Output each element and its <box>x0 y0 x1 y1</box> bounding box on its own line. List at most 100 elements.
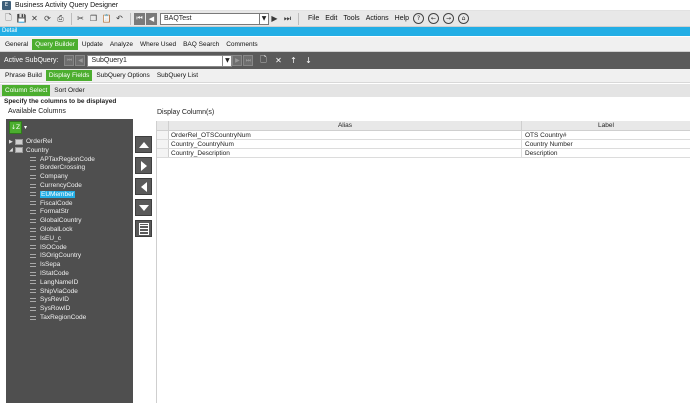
tree-field-node[interactable]: BorderCrossing <box>30 163 85 172</box>
cut-icon[interactable]: ✂ <box>75 13 86 24</box>
move-down-icon[interactable]: ↓ <box>302 55 314 67</box>
tree-field-node[interactable]: IStatCode <box>30 269 69 278</box>
tab-comments[interactable]: Comments <box>223 39 260 50</box>
tab-baq-search[interactable]: BAQ Search <box>180 39 222 50</box>
new-subquery-icon[interactable]: 🗋 <box>257 55 269 67</box>
tree-toolbar: ↓Z ▾ <box>6 119 133 135</box>
subquery-first-button[interactable]: ⏮ <box>64 55 75 66</box>
tree-field-node[interactable]: APTaxRegionCode <box>30 155 95 164</box>
tab-column-select[interactable]: Column Select <box>2 85 51 96</box>
tab-subquery-options[interactable]: SubQuery Options <box>93 70 152 81</box>
tab-query-builder[interactable]: Query Builder <box>32 38 78 50</box>
add-column-button[interactable] <box>135 157 152 174</box>
alias-cell[interactable]: Country_CountryNum <box>169 140 522 148</box>
table-row[interactable]: Country_Description Description <box>157 149 690 158</box>
label-column-header[interactable]: Label <box>522 121 690 130</box>
copy-icon[interactable]: ❐ <box>88 13 99 24</box>
menu-help[interactable]: Help <box>395 15 409 22</box>
back-icon[interactable]: ← <box>428 13 440 24</box>
row-selector[interactable] <box>157 131 169 139</box>
tab-analyze[interactable]: Analyze <box>107 39 136 50</box>
tree-field-node[interactable]: TaxRegionCode <box>30 313 86 322</box>
subquery-dropdown-chevron-icon[interactable]: ▼ <box>223 54 233 67</box>
label-cell[interactable]: Description <box>522 149 690 157</box>
home-icon[interactable]: ⌂ <box>458 13 470 24</box>
tree-field-node[interactable]: GlobalCountry <box>30 216 82 225</box>
available-columns-tree[interactable]: ↓Z ▾ ▶ OrderRel ◢ Country APTaxRegionCode Bor… <box>6 119 133 403</box>
menu-tools[interactable]: Tools <box>343 15 359 22</box>
subquery-previous-button[interactable]: ◀ <box>75 55 86 66</box>
subquery-select[interactable]: SubQuery1 <box>87 54 224 67</box>
tree-field-node[interactable]: SysRevID <box>30 295 69 304</box>
move-up-icon[interactable]: ↑ <box>287 55 299 67</box>
tree-table-node[interactable]: ▶ OrderRel <box>9 137 52 146</box>
tree-field-node[interactable]: ISOCode <box>30 243 67 252</box>
instruction-text: Specify the columns to be displayed <box>4 98 117 105</box>
alias-cell[interactable]: OrderRel_OTSCountryNum <box>169 131 522 139</box>
tree-field-node[interactable]: FiscalCode <box>30 199 73 208</box>
last-record-icon[interactable]: ⏭ <box>282 13 293 24</box>
alias-cell[interactable]: Country_Description <box>169 149 522 157</box>
move-column-down-button[interactable] <box>135 199 152 216</box>
previous-record-button[interactable]: ◀ <box>146 12 157 25</box>
sort-dropdown-chevron-icon[interactable]: ▾ <box>24 124 27 131</box>
detail-bar: Detail <box>0 27 690 36</box>
menu-file[interactable]: File <box>308 15 319 22</box>
label-cell[interactable]: OTS Country# <box>522 131 690 139</box>
toolbar-divider <box>71 12 72 25</box>
next-record-icon[interactable]: ▶ <box>269 13 280 24</box>
tree-field-node[interactable]: CurrencyCode <box>30 181 82 190</box>
tree-field-label: GlobalCountry <box>40 217 82 225</box>
tree-field-node[interactable]: IsSepa <box>30 260 60 269</box>
help-icon[interactable]: ? <box>413 13 425 24</box>
subquery-last-button[interactable]: ⏭ <box>243 55 254 66</box>
grid-header: Alias Label <box>157 121 690 131</box>
delete-subquery-icon[interactable]: ✕ <box>272 55 284 67</box>
tree-field-node[interactable]: FormatStr <box>30 207 69 216</box>
print-icon[interactable]: ⎙ <box>55 13 66 24</box>
tree-field-node[interactable]: LangNameID <box>30 278 78 287</box>
tab-display-fields[interactable]: Display Fields <box>45 70 93 81</box>
row-selector[interactable] <box>157 140 169 148</box>
baq-dropdown-chevron-icon[interactable]: ▼ <box>260 12 269 25</box>
field-icon <box>30 271 36 276</box>
sort-icon[interactable]: ↓Z <box>9 120 22 134</box>
table-row[interactable]: Country_CountryNum Country Number <box>157 140 690 149</box>
menu-actions[interactable]: Actions <box>366 15 389 22</box>
available-columns-header: Available Columns <box>8 108 66 115</box>
menu-edit[interactable]: Edit <box>325 15 337 22</box>
subquery-next-button[interactable]: ▶ <box>232 55 243 66</box>
tree-field-node[interactable]: Company <box>30 172 68 181</box>
first-record-button[interactable]: ⏮ <box>134 12 145 25</box>
tab-subquery-list[interactable]: SubQuery List <box>154 70 201 81</box>
tree-field-node[interactable]: ShipViaCode <box>30 287 78 296</box>
tab-phrase-build[interactable]: Phrase Build <box>2 70 45 81</box>
baq-id-field[interactable]: BAQTest <box>160 12 260 25</box>
tree-field-node[interactable]: SysRowID <box>30 304 70 313</box>
tab-general[interactable]: General <box>2 39 31 50</box>
remove-column-button[interactable] <box>135 178 152 195</box>
tab-update[interactable]: Update <box>79 39 106 50</box>
move-column-up-button[interactable] <box>135 136 152 153</box>
display-columns-grid[interactable]: Alias Label OrderRel_OTSCountryNum OTS C… <box>156 121 690 403</box>
tree-field-node[interactable]: IsEU_c <box>30 234 61 243</box>
row-selector[interactable] <box>157 149 169 157</box>
tree-field-node[interactable]: EUMember <box>30 190 75 199</box>
new-icon[interactable]: 🗋 <box>3 13 14 24</box>
tree-field-node[interactable]: ISOrigCountry <box>30 251 81 260</box>
tab-where-used[interactable]: Where Used <box>137 39 179 50</box>
tab-sort-order[interactable]: Sort Order <box>51 85 87 96</box>
refresh-icon[interactable]: ⟳ <box>42 13 53 24</box>
undo-icon[interactable]: ↶ <box>114 13 125 24</box>
tree-field-node[interactable]: GlobalLock <box>30 225 73 234</box>
save-icon[interactable]: 💾 <box>16 13 27 24</box>
label-cell[interactable]: Country Number <box>522 140 690 148</box>
alias-column-header[interactable]: Alias <box>169 121 522 130</box>
table-row[interactable]: OrderRel_OTSCountryNum OTS Country# <box>157 131 690 140</box>
delete-icon[interactable]: ✕ <box>29 13 40 24</box>
forward-icon[interactable]: → <box>443 13 455 24</box>
tree-table-node[interactable]: ◢ Country <box>9 146 49 155</box>
paste-icon[interactable]: 📋 <box>101 13 112 24</box>
toolbar-divider <box>298 12 299 25</box>
calculated-field-button[interactable] <box>135 220 152 237</box>
